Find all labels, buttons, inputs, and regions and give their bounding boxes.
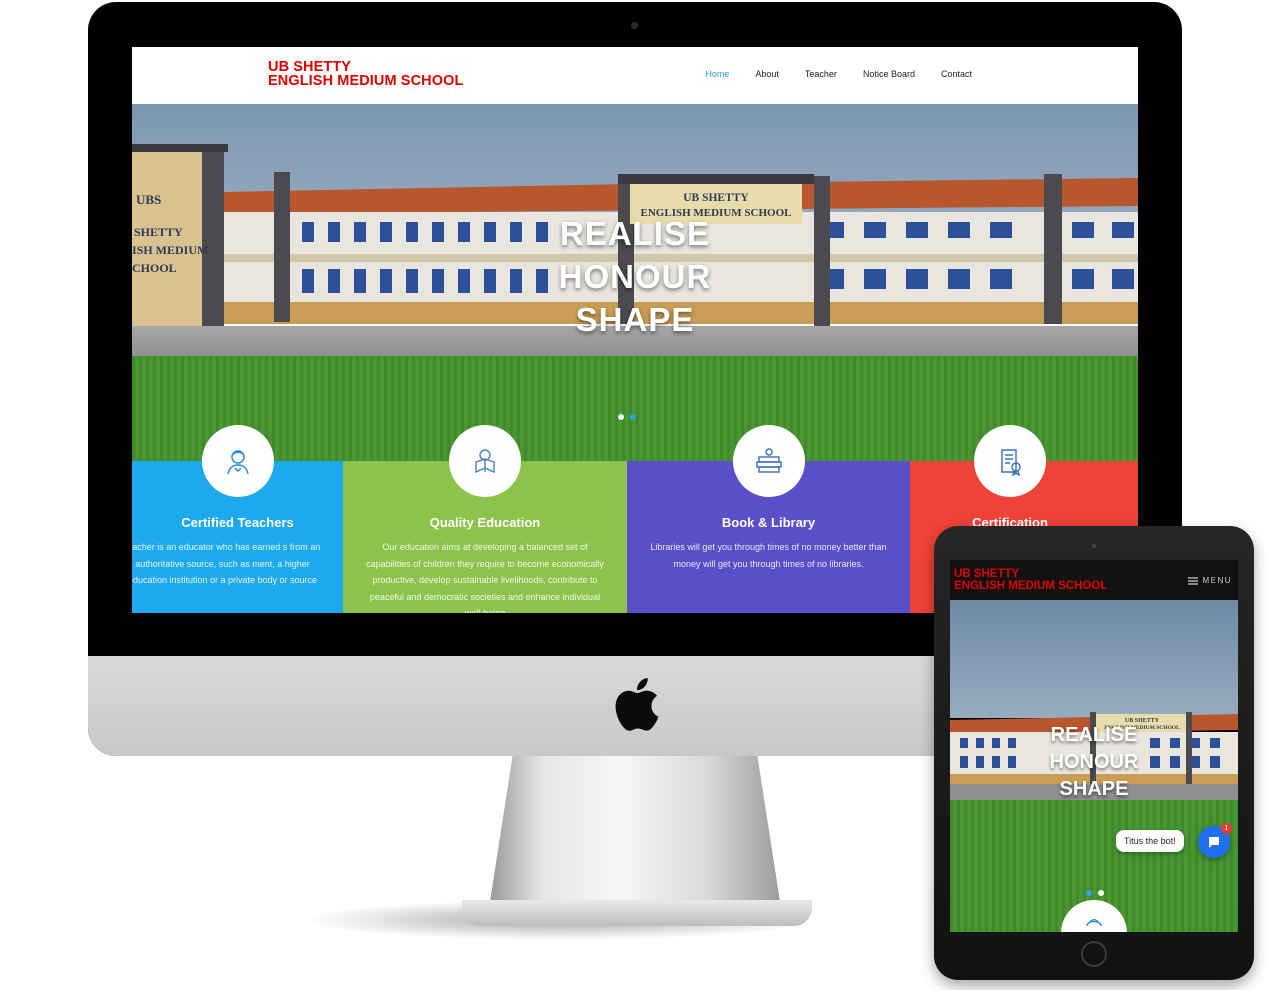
feature-icon-circle (974, 425, 1046, 497)
nav-contact[interactable]: Contact (941, 69, 972, 79)
feature-text: Libraries will get you through times of … (650, 542, 887, 569)
hero-line-1: REALISE (559, 215, 711, 252)
feature-title: Quality Education (429, 515, 541, 530)
tablet-hero-line-2: HONOUR (1049, 751, 1139, 773)
hero-line-2: HONOUR (558, 258, 712, 295)
site-header: UB SHETTY ENGLISH MEDIUM SCHOOL Home Abo… (132, 47, 1138, 104)
apple-logo-icon (615, 678, 659, 731)
tablet-slider-dot-2[interactable] (1098, 890, 1104, 896)
tablet-website: UB SHETTY ENGLISH MEDIUM SCHOOL MENU UB … (950, 560, 1238, 932)
hero-headline: REALISE HONOUR SHAPE (132, 212, 1138, 341)
slider-dots (618, 414, 636, 420)
feature-icon-circle (201, 425, 274, 497)
tablet-menu-label: MENU (1202, 576, 1232, 585)
feature-book-library: Book & Library Libraries will get you th… (627, 425, 910, 613)
imac-stand-foot (462, 900, 812, 926)
main-nav: Home About Teacher Notice Board Contact (705, 69, 972, 79)
tablet-hero-line-3: SHAPE (1059, 778, 1129, 800)
feature-title: Book & Library (721, 515, 816, 530)
feature-quality-education: Quality Education Our education aims at … (343, 425, 627, 613)
logo-line-1: UB SHETTY (268, 59, 352, 75)
tablet-hero-line-1: REALISE (1050, 724, 1138, 746)
nav-notice-board[interactable]: Notice Board (863, 69, 915, 79)
feature-text: Our education aims at developing a balan… (366, 542, 604, 613)
certificate-icon (1001, 449, 1021, 476)
ipad-camera (1092, 544, 1096, 548)
teacher-icon (1086, 919, 1102, 927)
tablet-header: UB SHETTY ENGLISH MEDIUM SCHOOL MENU (950, 560, 1238, 600)
books-icon (755, 448, 782, 473)
slider-dot-1[interactable] (618, 414, 624, 420)
nav-about[interactable]: About (755, 69, 779, 79)
hero-line-3: SHAPE (575, 301, 695, 338)
ipad-device: UB SHETTY ENGLISH MEDIUM SCHOOL MENU UB … (934, 526, 1254, 980)
tablet-slider-dot-1[interactable] (1086, 890, 1092, 896)
hero-slider: UBS SHETTY ISH MEDIUM CHOOL UB SHETTY EN… (132, 104, 1138, 461)
tablet-menu-button[interactable]: MENU (1188, 576, 1232, 585)
nav-teacher[interactable]: Teacher (805, 69, 837, 79)
feature-certified-teachers: Certified Teachers teacher is an educato… (132, 425, 343, 613)
hamburger-icon (1188, 576, 1199, 585)
tablet-hero-headline: REALISE HONOUR SHAPE (950, 722, 1238, 803)
student-reading-icon (475, 449, 495, 474)
tablet-logo-line-1: UB SHETTY (954, 568, 1020, 580)
chatbot-greeting[interactable]: Titus the bot! (1116, 830, 1184, 852)
feature-text: teacher is an educator who has earned s … (132, 542, 321, 585)
ipad-home-button (1081, 941, 1107, 967)
building-sign-1: UB SHETTY (683, 192, 749, 204)
site-logo[interactable]: UB SHETTY ENGLISH MEDIUM SCHOOL (268, 59, 464, 89)
feature-title: Certified Teachers (181, 515, 294, 530)
feature-icon-circle (449, 425, 521, 497)
camera-dot (631, 22, 638, 29)
chat-notification-badge: 1 (1221, 823, 1232, 834)
logo-line-2: ENGLISH MEDIUM SCHOOL (268, 73, 464, 89)
chat-icon (1209, 837, 1219, 848)
tablet-hero: UB SHETTY ENGLISH MEDIUM SCHOOL REALISE … (950, 600, 1238, 932)
tablet-logo[interactable]: UB SHETTY ENGLISH MEDIUM SCHOOL (954, 568, 1107, 592)
imac-stand (490, 752, 780, 922)
teacher-icon (226, 450, 249, 475)
tablet-logo-line-2: ENGLISH MEDIUM SCHOOL (954, 580, 1108, 592)
wing-sign-1: UBS (136, 192, 161, 207)
tablet-slider-dots (1086, 890, 1104, 896)
feature-icon-circle (732, 425, 805, 497)
nav-home[interactable]: Home (705, 69, 729, 79)
slider-dot-2[interactable] (630, 414, 636, 420)
